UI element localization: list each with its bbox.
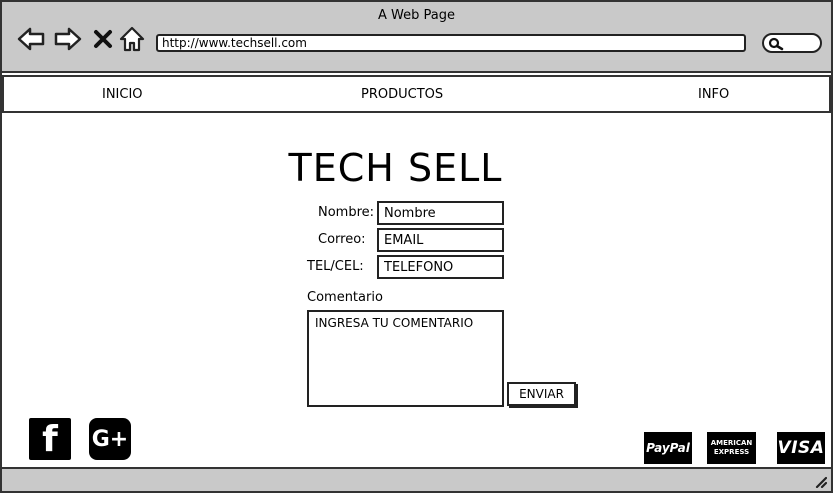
- main-navbar: INICIO PRODUCTOS INFO: [2, 75, 831, 113]
- close-icon[interactable]: [88, 24, 118, 54]
- google-plus-icon[interactable]: G+: [89, 418, 131, 460]
- phone-field[interactable]: [377, 255, 504, 279]
- url-input[interactable]: http://www.techsell.com: [156, 34, 746, 52]
- nav-item-productos[interactable]: PRODUCTOS: [361, 87, 443, 102]
- forward-icon[interactable]: [53, 24, 83, 54]
- send-button[interactable]: ENVIAR: [507, 382, 576, 406]
- email-label: Correo:: [318, 232, 366, 247]
- nav-item-info[interactable]: INFO: [698, 87, 729, 102]
- comment-label: Comentario: [307, 290, 383, 305]
- email-field[interactable]: [377, 228, 504, 252]
- window-title: A Web Page: [378, 8, 455, 23]
- browser-toolbar: A Web Page http://www.techsell.com: [2, 2, 831, 73]
- visa-logo: VISA: [777, 432, 825, 464]
- amex-line2: EXPRESS: [713, 448, 750, 457]
- status-bar: [2, 467, 831, 491]
- home-icon[interactable]: [117, 24, 147, 54]
- amex-logo: AMERICAN EXPRESS: [707, 432, 756, 464]
- nav-item-inicio[interactable]: INICIO: [102, 87, 143, 102]
- page-title: TECH SELL: [288, 146, 503, 190]
- resize-handle-icon[interactable]: [813, 474, 827, 488]
- phone-label: TEL/CEL:: [307, 259, 364, 274]
- paypal-logo: PayPal: [644, 432, 692, 464]
- search-icon: [768, 37, 784, 51]
- google-plus-glyph: G+: [91, 426, 129, 452]
- name-field[interactable]: [377, 201, 504, 225]
- amex-line1: AMERICAN: [710, 439, 753, 448]
- browser-search-input[interactable]: [762, 33, 822, 53]
- facebook-icon[interactable]: f: [29, 418, 71, 460]
- comment-textarea[interactable]: INGRESA TU COMENTARIO: [307, 310, 504, 407]
- back-icon[interactable]: [16, 24, 46, 54]
- name-label: Nombre:: [318, 205, 375, 220]
- facebook-glyph: f: [42, 418, 58, 460]
- browser-window: A Web Page http://www.techsell.com INICI…: [0, 0, 833, 493]
